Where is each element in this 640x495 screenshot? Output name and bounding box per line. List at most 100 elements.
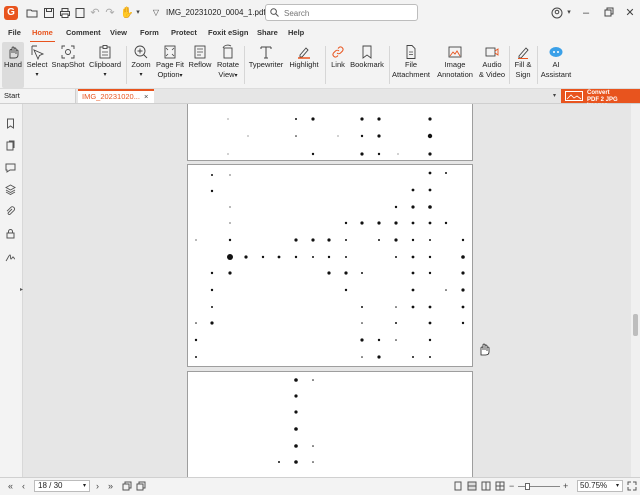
account-icon[interactable] <box>551 7 563 19</box>
minimize-icon[interactable]: – <box>580 7 592 19</box>
fill-sign-button[interactable]: Fill & Sign <box>511 42 535 88</box>
hand-tool-icon[interactable]: ✋ <box>120 7 134 19</box>
pdf-page-19 <box>187 371 473 477</box>
next-view-icon[interactable] <box>136 481 146 491</box>
zoom-dropdown-icon[interactable]: ▾ <box>616 481 619 491</box>
previous-page-icon[interactable]: ‹ <box>22 481 25 492</box>
ai-assistant-button[interactable]: AI Assistant <box>539 42 573 88</box>
image-annotation-button[interactable]: Image Annotation <box>434 42 476 88</box>
fill-sign-icon <box>518 47 529 59</box>
continuous-facing-view-icon[interactable] <box>495 481 505 491</box>
clipboard-button[interactable]: Clipboard ▾ <box>87 42 123 88</box>
zoom-out-icon[interactable]: − <box>509 481 514 492</box>
zoom-button[interactable]: Zoom ▾ <box>129 42 153 88</box>
signatures-panel-icon[interactable] <box>5 252 16 263</box>
reflow-button[interactable]: Reflow <box>187 42 213 88</box>
tab-file[interactable]: File <box>8 28 21 37</box>
audio-video-icon <box>485 47 499 57</box>
hand-button[interactable]: Hand <box>2 42 24 88</box>
title-bar: G ↶ ↷ ✋ ▾ ▽ IMG_20231020_0004_1.pdf -...… <box>0 0 640 26</box>
undo-icon[interactable]: ↶ <box>89 7 101 19</box>
page-number-field[interactable]: 18 / 30 ▾ <box>34 480 90 492</box>
highlight-icon <box>298 47 310 59</box>
open-folder-icon[interactable] <box>26 7 38 19</box>
search-input[interactable] <box>282 7 416 20</box>
hand-cursor-icon <box>480 343 490 356</box>
next-page-icon[interactable]: › <box>96 481 99 492</box>
redo-icon[interactable]: ↷ <box>104 7 116 19</box>
convert-image-icon <box>565 91 583 101</box>
save-icon[interactable] <box>43 7 55 19</box>
pdf-page-17 <box>187 104 473 161</box>
scrollbar-thumb[interactable] <box>633 314 638 336</box>
customize-dropdown-icon[interactable]: ▽ <box>150 7 162 19</box>
page-fit-option-button[interactable]: Page Fit Option▾ <box>155 42 185 88</box>
highlight-button[interactable]: Highlight <box>286 42 322 88</box>
select-button[interactable]: Select ▾ <box>26 42 48 88</box>
tab-document[interactable]: IMG_20231020... × <box>78 89 154 103</box>
close-window-icon[interactable]: ✕ <box>624 7 636 19</box>
account-dropdown-icon[interactable]: ▾ <box>563 7 575 19</box>
comments-panel-icon[interactable] <box>5 162 16 173</box>
continuous-view-icon[interactable] <box>467 481 477 491</box>
window-title: IMG_20231020_0004_1.pdf -... <box>166 8 278 17</box>
print-icon[interactable] <box>59 7 71 19</box>
convert-pdf-to-jpg-button[interactable]: Convert PDF 2 JPG Images <box>561 89 640 109</box>
audio-video-button[interactable]: Audio & Video <box>477 42 507 88</box>
tab-comment[interactable]: Comment <box>66 28 101 37</box>
bookmark-button[interactable]: Bookmark <box>349 42 385 88</box>
chevron-down-icon[interactable]: ▾ <box>132 7 144 19</box>
tab-list-dropdown-icon[interactable]: ▾ <box>553 92 556 99</box>
page-scan-image <box>194 171 465 359</box>
page-dropdown-icon[interactable]: ▾ <box>83 481 86 491</box>
restore-icon[interactable] <box>603 7 615 19</box>
tab-foxit-esign[interactable]: Foxit eSign <box>208 28 248 37</box>
tab-form[interactable]: Form <box>140 28 159 37</box>
search-box[interactable] <box>265 4 418 21</box>
select-dropdown-icon: ▾ <box>35 72 39 78</box>
previous-view-icon[interactable] <box>122 481 132 491</box>
tab-help[interactable]: Help <box>288 28 304 37</box>
page-fit-icon <box>164 45 176 59</box>
pdf-page-18 <box>187 164 473 367</box>
zoom-slider-handle[interactable] <box>525 483 530 490</box>
bookmarks-panel-icon[interactable] <box>5 118 16 129</box>
layers-panel-icon[interactable] <box>5 184 16 195</box>
link-button[interactable]: Link <box>328 42 348 88</box>
search-icon <box>270 8 279 17</box>
hand-icon <box>9 46 19 59</box>
file-attachment-button[interactable]: File Attachment <box>391 42 431 88</box>
tab-home[interactable]: Home <box>32 28 53 37</box>
document-canvas[interactable] <box>23 104 631 477</box>
file-attachment-icon <box>406 45 416 59</box>
pages-panel-icon[interactable] <box>5 140 16 151</box>
menu-tabs: File Home Comment View Form Protect Foxi… <box>0 26 640 43</box>
close-tab-icon[interactable]: × <box>144 91 148 103</box>
new-page-icon[interactable] <box>74 7 86 19</box>
page-scan-image <box>227 117 433 156</box>
tab-share[interactable]: Share <box>257 28 278 37</box>
typewriter-button[interactable]: Typewriter <box>247 42 285 88</box>
rotate-view-button[interactable]: Rotate View▾ <box>215 42 241 88</box>
page-scan-image <box>278 378 314 464</box>
first-page-icon[interactable]: « <box>8 481 13 492</box>
tab-protect[interactable]: Protect <box>171 28 197 37</box>
image-annotation-icon <box>448 46 462 58</box>
snapshot-button[interactable]: SnapShot <box>50 42 86 88</box>
last-page-icon[interactable]: » <box>108 481 113 492</box>
zoom-in-icon[interactable]: + <box>563 481 568 492</box>
zoom-level-field[interactable]: 50.75% ▾ <box>577 480 623 492</box>
facing-view-icon[interactable] <box>481 481 491 491</box>
tab-view[interactable]: View <box>110 28 127 37</box>
fullscreen-icon[interactable] <box>627 481 637 491</box>
attachments-panel-icon[interactable] <box>5 206 16 217</box>
bookmark-icon <box>362 45 372 59</box>
security-panel-icon[interactable] <box>5 228 16 239</box>
single-page-view-icon[interactable] <box>453 481 463 491</box>
vertical-scrollbar[interactable] <box>631 104 640 477</box>
tab-start[interactable]: Start <box>0 89 76 103</box>
link-icon <box>332 46 344 58</box>
typewriter-icon <box>260 46 272 59</box>
ribbon-divider <box>537 46 538 84</box>
rotate-dropdown-icon: ▾ <box>234 73 238 79</box>
